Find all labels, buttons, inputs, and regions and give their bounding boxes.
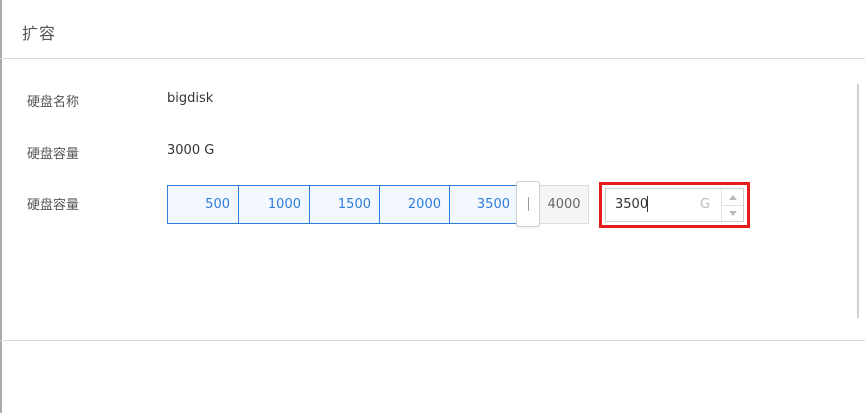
capacity-stepper[interactable] [721, 189, 743, 221]
slider-segment-500[interactable]: 500 [167, 185, 238, 224]
arrow-up-icon [728, 194, 737, 200]
decrement-button[interactable] [722, 205, 743, 221]
increment-button[interactable] [722, 189, 743, 206]
capacity-unit: G [700, 197, 711, 212]
dialog-title: 扩容 [22, 24, 57, 43]
header-divider [0, 58, 865, 59]
arrow-down-icon [728, 210, 737, 216]
new-capacity-label: 硬盘容量 [27, 198, 80, 213]
slider-segment-2000[interactable]: 2000 [379, 185, 449, 224]
footer-divider [0, 340, 865, 341]
disk-capacity-value: 3000 G [167, 143, 215, 158]
expand-dialog: 扩容 硬盘名称 bigdisk 硬盘容量 3000 G 硬盘容量 500 100… [0, 0, 865, 413]
slider-segment-label: 2000 [407, 197, 441, 212]
scrollbar[interactable] [857, 84, 859, 318]
slider-segment-label: 3500 [476, 197, 510, 212]
slider-segment-label: 4000 [547, 197, 581, 212]
capacity-input[interactable]: 3500 G [605, 188, 744, 222]
slider-handle[interactable] [516, 181, 540, 227]
slider-segment-label: 1500 [337, 197, 371, 212]
slider-segment-4000[interactable]: 4000 [540, 185, 589, 224]
slider-segment-1500[interactable]: 1500 [309, 185, 379, 224]
slider-segment-1000[interactable]: 1000 [238, 185, 309, 224]
capacity-input-value[interactable]: 3500 [615, 197, 648, 212]
disk-capacity-label: 硬盘容量 [27, 147, 80, 162]
text-caret [647, 196, 648, 212]
slider-segment-label: 1000 [267, 197, 301, 212]
disk-name-value: bigdisk [167, 91, 214, 106]
slider-segment-label: 500 [205, 197, 230, 212]
window-edge [0, 0, 2, 413]
slider-handle-grip [527, 197, 529, 211]
slider-segment-3500[interactable]: 3500 [449, 185, 519, 224]
disk-name-label: 硬盘名称 [27, 95, 80, 110]
